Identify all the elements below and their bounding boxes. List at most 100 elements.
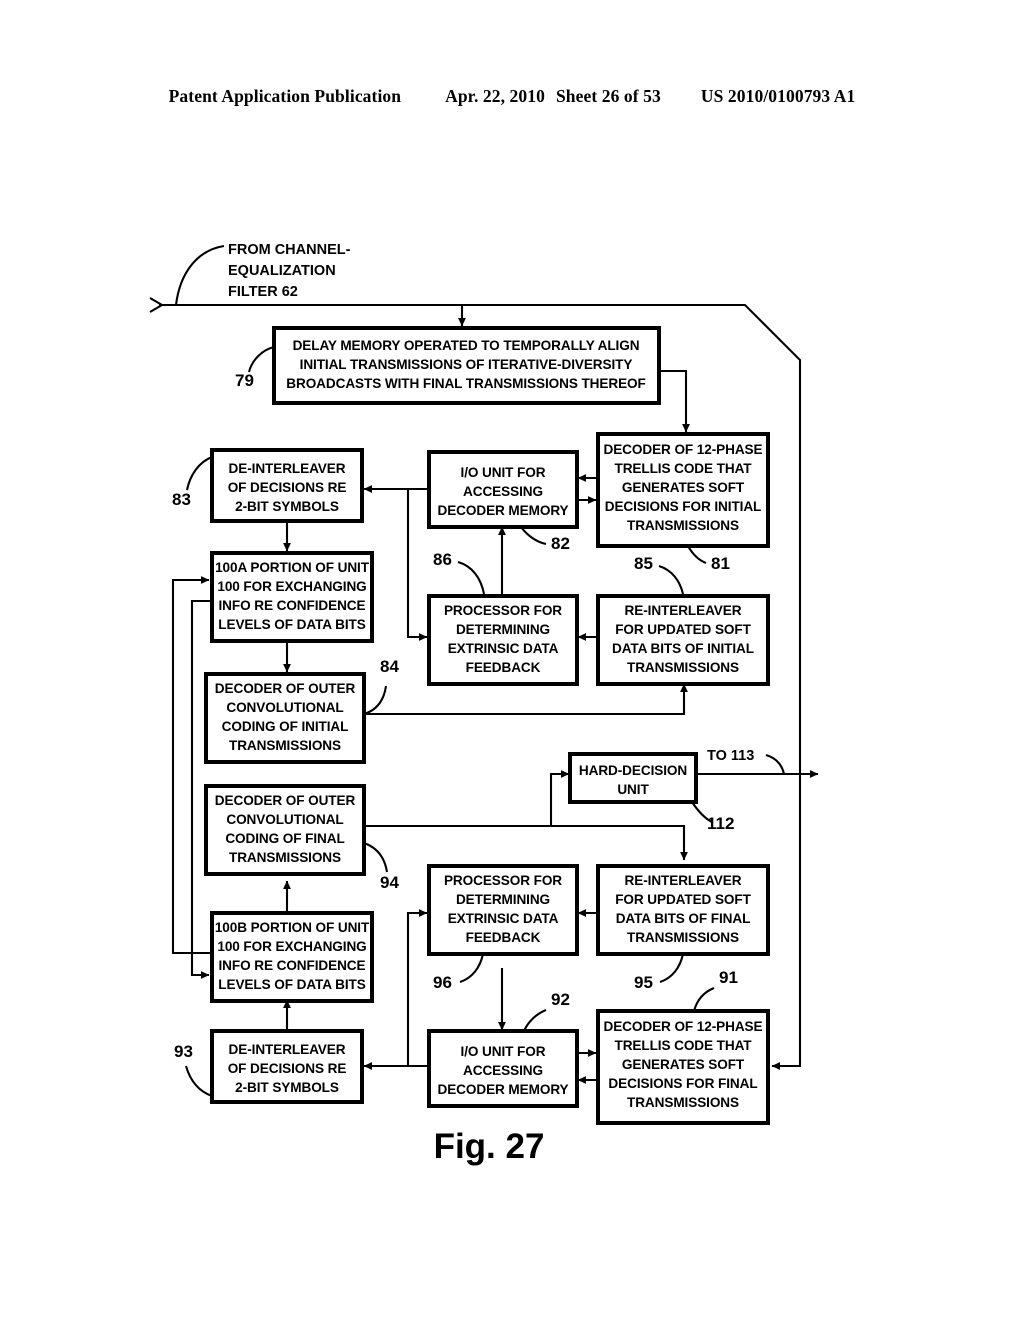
block-line: 100B PORTION OF UNIT: [215, 920, 370, 935]
leader-81: [687, 545, 707, 564]
block-line: DE-INTERLEAVER: [229, 461, 346, 476]
ref-numeral-83: 83: [172, 490, 191, 509]
block-line: UNIT: [617, 782, 649, 797]
wire-84-to-85: [364, 683, 688, 716]
block-line: LEVELS OF DATA BITS: [218, 977, 365, 992]
block-line: ACCESSING: [463, 484, 543, 499]
input-arrowhead: [149, 297, 165, 313]
block-line: FOR UPDATED SOFT: [615, 892, 751, 907]
ref-numeral-79: 79: [235, 371, 254, 390]
ref-numeral-94: 94: [380, 873, 399, 892]
block-line: CONVOLUTIONAL: [226, 700, 343, 715]
block-line: TRANSMISSIONS: [229, 738, 341, 753]
leader-85: [658, 564, 685, 595]
leader-86: [457, 560, 486, 595]
ref-numeral-95: 95: [634, 973, 653, 992]
block-line: GENERATES SOFT: [622, 480, 745, 495]
block-hard-decision-unit[interactable]: HARD-DECISION UNIT: [568, 752, 698, 804]
block-reinterleaver-final[interactable]: RE-INTERLEAVER FOR UPDATED SOFT DATA BIT…: [596, 864, 770, 956]
wire-94-to-hard-decision: [549, 770, 570, 826]
block-unit-100a[interactable]: 100A PORTION OF UNIT 100 FOR EXCHANGING …: [210, 551, 374, 643]
block-line: 2-BIT SYMBOLS: [235, 499, 339, 514]
block-line: DE-INTERLEAVER: [229, 1042, 346, 1057]
leader-92: [523, 1009, 547, 1032]
block-delay-memory[interactable]: DELAY MEMORY OPERATED TO TEMPORALLY ALIG…: [272, 326, 661, 405]
ref-numeral-85: 85: [634, 554, 653, 573]
block-line: INITIAL TRANSMISSIONS OF ITERATIVE-DIVER…: [300, 357, 633, 372]
input-annotation-line: EQUALIZATION: [228, 263, 336, 279]
block-outer-decoder-initial[interactable]: DECODER OF OUTER CONVOLUTIONAL CODING OF…: [204, 672, 366, 764]
block-outer-decoder-final[interactable]: DECODER OF OUTER CONVOLUTIONAL CODING OF…: [204, 784, 366, 876]
block-line: HARD-DECISION: [579, 763, 687, 778]
leader-84: [363, 685, 388, 716]
block-line: CODING OF FINAL: [225, 831, 344, 846]
block-trellis-decoder-initial[interactable]: DECODER OF 12-PHASE TRELLIS CODE THAT GE…: [596, 432, 770, 548]
ref-numeral-84: 84: [380, 657, 399, 676]
block-line: DETERMINING: [456, 622, 550, 637]
block-line: DECODER OF OUTER: [215, 793, 356, 808]
block-extrinsic-processor-final[interactable]: PROCESSOR FOR DETERMINING EXTRINSIC DATA…: [427, 864, 579, 956]
block-line: DATA BITS OF FINAL: [616, 911, 751, 926]
block-unit-100b[interactable]: 100B PORTION OF UNIT 100 FOR EXCHANGING …: [210, 911, 374, 1003]
block-line: RE-INTERLEAVER: [625, 873, 742, 888]
block-line: DECODER OF OUTER: [215, 681, 356, 696]
block-line: TRELLIS CODE THAT: [615, 1038, 753, 1053]
ref-numeral-81: 81: [711, 554, 730, 573]
block-line: RE-INTERLEAVER: [625, 603, 742, 618]
figure-caption: Fig. 27: [434, 1127, 545, 1166]
block-line: TRANSMISSIONS: [627, 660, 739, 675]
ref-numeral-82: 82: [551, 534, 570, 553]
wire-82-to-86: [406, 489, 428, 641]
ref-numeral-93: 93: [174, 1042, 193, 1061]
block-line: 100A PORTION OF UNIT: [215, 560, 370, 575]
block-trellis-decoder-final[interactable]: DECODER OF 12-PHASE TRELLIS CODE THAT GE…: [596, 1009, 770, 1125]
block-line: 100 FOR EXCHANGING: [217, 579, 366, 594]
leader-91: [692, 987, 715, 1012]
block-line: DECISIONS FOR FINAL: [608, 1076, 757, 1091]
leader-83: [185, 456, 213, 491]
block-line: DETERMINING: [456, 892, 550, 907]
block-line: TRANSMISSIONS: [627, 518, 739, 533]
leader-94: [363, 842, 389, 873]
block-line: OF DECISIONS RE: [228, 480, 347, 495]
block-line: INFO RE CONFIDENCE: [219, 598, 366, 613]
output-annotation: TO 113: [707, 748, 754, 764]
block-line: 100 FOR EXCHANGING: [217, 939, 366, 954]
block-extrinsic-processor-initial[interactable]: PROCESSOR FOR DETERMINING EXTRINSIC DATA…: [427, 594, 579, 686]
block-deinterleaver-initial[interactable]: DE-INTERLEAVER OF DECISIONS RE 2-BIT SYM…: [210, 448, 364, 523]
leader-79: [247, 345, 275, 373]
ref-numeral-92: 92: [551, 990, 570, 1009]
block-line: DECISIONS FOR INITIAL: [605, 499, 762, 514]
block-io-unit-initial[interactable]: I/O UNIT FOR ACCESSING DECODER MEMORY: [427, 450, 579, 529]
block-line: DECODER MEMORY: [437, 1082, 568, 1097]
block-deinterleaver-final[interactable]: DE-INTERLEAVER OF DECISIONS RE 2-BIT SYM…: [210, 1029, 364, 1104]
block-line: BROADCASTS WITH FINAL TRANSMISSIONS THER…: [286, 376, 645, 391]
block-line: PROCESSOR FOR: [444, 873, 562, 888]
block-reinterleaver-initial[interactable]: RE-INTERLEAVER FOR UPDATED SOFT DATA BIT…: [596, 594, 770, 686]
wire-79-to-81: [659, 369, 690, 433]
leader-95: [659, 953, 685, 983]
leader-82: [520, 526, 547, 546]
wire-92-to-96: [406, 909, 428, 1066]
block-line: TRANSMISSIONS: [627, 930, 739, 945]
block-line: ACCESSING: [463, 1063, 543, 1078]
block-line: DELAY MEMORY OPERATED TO TEMPORALLY ALIG…: [293, 338, 640, 353]
leader-96: [459, 953, 485, 983]
block-line: EXTRINSIC DATA: [448, 911, 559, 926]
block-line: 2-BIT SYMBOLS: [235, 1080, 339, 1095]
block-line: DATA BITS OF INITIAL: [612, 641, 754, 656]
block-line: CONVOLUTIONAL: [226, 812, 343, 827]
block-line: TRANSMISSIONS: [627, 1095, 739, 1110]
block-line: I/O UNIT FOR: [461, 1044, 546, 1059]
block-line: FOR UPDATED SOFT: [615, 622, 751, 637]
wire-94-to-95: [364, 824, 688, 861]
ref-numeral-96: 96: [433, 973, 452, 992]
block-line: EXTRINSIC DATA: [448, 641, 559, 656]
leader-input-annotation: [174, 244, 225, 306]
block-line: FEEDBACK: [466, 660, 541, 675]
block-line: FEEDBACK: [466, 930, 541, 945]
block-line: GENERATES SOFT: [622, 1057, 745, 1072]
input-annotation-line: FROM CHANNEL-: [228, 242, 351, 258]
block-io-unit-final[interactable]: I/O UNIT FOR ACCESSING DECODER MEMORY: [427, 1029, 579, 1108]
block-line: LEVELS OF DATA BITS: [218, 617, 365, 632]
